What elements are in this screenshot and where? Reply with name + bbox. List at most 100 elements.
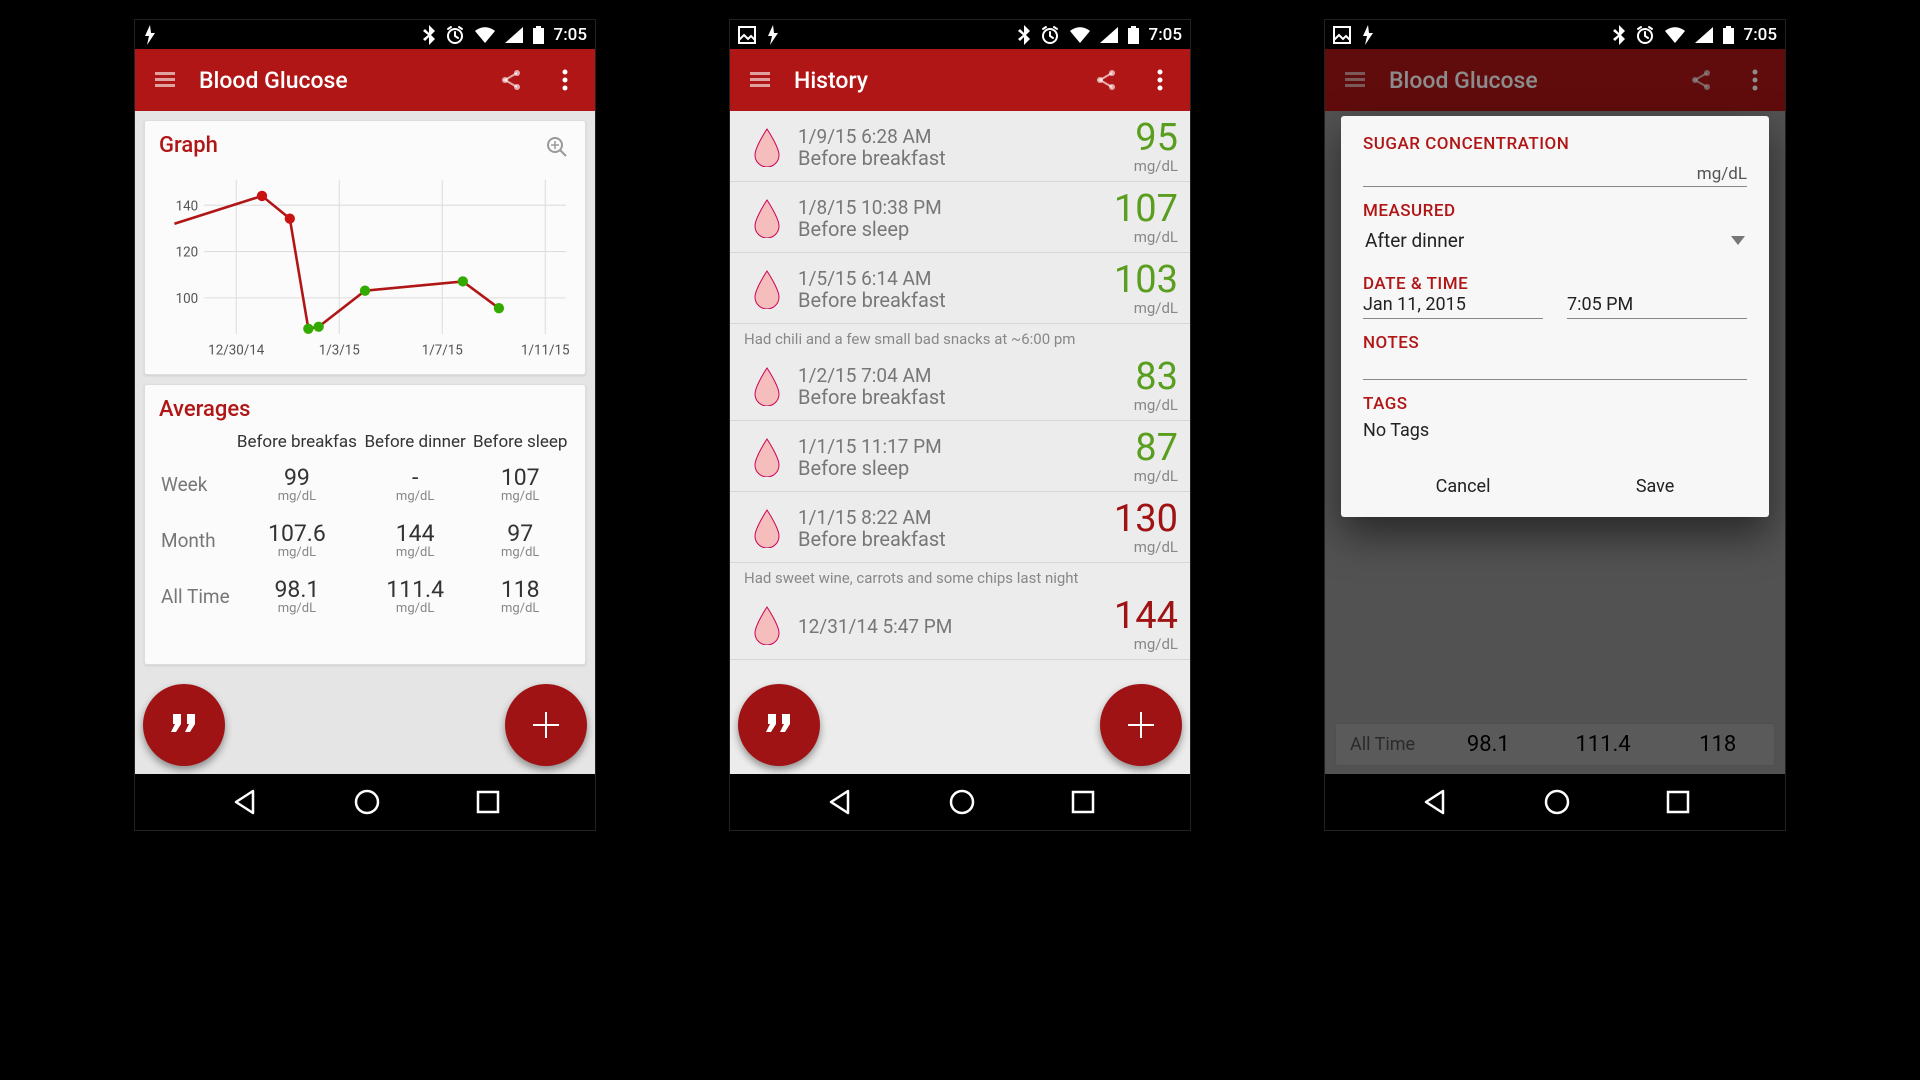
nav-recents[interactable] xyxy=(1666,790,1690,814)
row-context: Before breakfast xyxy=(798,527,1083,551)
notes-input[interactable] xyxy=(1363,353,1747,380)
menu-button[interactable] xyxy=(145,60,185,100)
overflow-button[interactable] xyxy=(1140,60,1180,100)
bluetooth-icon xyxy=(423,25,435,45)
fab-quote[interactable] xyxy=(738,684,820,766)
home-icon xyxy=(949,789,975,815)
back-icon xyxy=(826,788,854,816)
image-icon xyxy=(1333,26,1351,44)
nav-home[interactable] xyxy=(354,789,380,815)
nav-recents[interactable] xyxy=(1071,790,1095,814)
history-row[interactable]: 1/5/15 6:14 AMBefore breakfast103mg/dL xyxy=(730,253,1190,324)
wifi-icon xyxy=(1070,27,1090,43)
sugar-input[interactable]: mg/dL xyxy=(1363,154,1747,187)
avg-cell: 107mg/dL xyxy=(469,456,571,512)
nav-back[interactable] xyxy=(826,788,854,816)
graph-card: Graph 140 120 xyxy=(144,120,586,375)
row-value: 103 xyxy=(1083,261,1178,299)
col-before-breakfast: Before breakfas xyxy=(233,428,361,456)
share-button[interactable] xyxy=(1086,60,1126,100)
row-context: Before sleep xyxy=(798,456,1083,480)
status-bar: 7:05 xyxy=(1325,20,1785,49)
menu-button[interactable] xyxy=(1335,60,1375,100)
history-row[interactable]: 12/31/14 5:47 PM144mg/dL xyxy=(730,589,1190,660)
wifi-icon xyxy=(1665,27,1685,43)
blood-drop-icon xyxy=(751,605,783,645)
overflow-button[interactable] xyxy=(545,60,585,100)
overflow-button[interactable] xyxy=(1735,60,1775,100)
glucose-chart[interactable]: 140 120 100 12/30/14 1/3/15 1/7/15 1/11/… xyxy=(159,164,571,364)
nav-home[interactable] xyxy=(949,789,975,815)
history-list[interactable]: 1/9/15 6:28 AMBefore breakfast95mg/dL1/8… xyxy=(730,111,1190,774)
plus-icon xyxy=(533,712,559,738)
battery-icon xyxy=(1723,26,1734,44)
measured-select[interactable]: After dinner xyxy=(1363,221,1747,260)
label-datetime: DATE & TIME xyxy=(1363,274,1747,294)
signal-icon xyxy=(1100,27,1118,43)
blood-drop-icon xyxy=(751,269,783,309)
cancel-button[interactable]: Cancel xyxy=(1428,464,1499,509)
app-bar: Blood Glucose xyxy=(1325,49,1785,111)
blood-drop-icon xyxy=(751,198,783,238)
zoom-button[interactable] xyxy=(537,127,577,167)
image-icon xyxy=(738,26,756,44)
history-row[interactable]: 1/8/15 10:38 PMBefore sleep107mg/dL xyxy=(730,182,1190,253)
tags-input[interactable]: No Tags xyxy=(1363,414,1747,444)
averages-card: Averages Before breakfas Before dinner B… xyxy=(144,384,586,665)
signal-icon xyxy=(1695,27,1713,43)
nav-back[interactable] xyxy=(1421,788,1449,816)
date-input[interactable]: Jan 11, 2015 xyxy=(1363,294,1543,319)
alarm-icon xyxy=(1040,25,1060,45)
nav-back[interactable] xyxy=(231,788,259,816)
history-row[interactable]: 1/9/15 6:28 AMBefore breakfast95mg/dL xyxy=(730,111,1190,182)
time-input[interactable]: 7:05 PM xyxy=(1567,294,1747,319)
blood-drop-icon xyxy=(751,366,783,406)
history-row[interactable]: 1/2/15 7:04 AMBefore breakfast83mg/dL xyxy=(730,350,1190,421)
battery-icon xyxy=(533,26,544,44)
hamburger-icon xyxy=(750,72,770,88)
page-title: Blood Glucose xyxy=(1389,67,1667,94)
averages-row: Week99mg/dL-mg/dL107mg/dL xyxy=(159,456,571,512)
home-icon xyxy=(1544,789,1570,815)
graph-title: Graph xyxy=(159,133,571,158)
fab-add[interactable] xyxy=(505,684,587,766)
content: Graph 140 120 xyxy=(135,111,595,774)
menu-button[interactable] xyxy=(740,60,780,100)
hamburger-icon xyxy=(1345,72,1365,88)
history-row[interactable]: 1/1/15 8:22 AMBefore breakfast130mg/dL xyxy=(730,492,1190,563)
app-bar: Blood Glucose xyxy=(135,49,595,111)
share-button[interactable] xyxy=(1681,60,1721,100)
status-bar: 7:05 xyxy=(730,20,1190,49)
row-timestamp: 1/1/15 8:22 AM xyxy=(798,506,1083,529)
screen-history: 7:05 History 1/9/15 6:28 AMBefore breakf… xyxy=(730,20,1190,830)
nav-home[interactable] xyxy=(1544,789,1570,815)
row-timestamp: 12/31/14 5:47 PM xyxy=(798,615,1083,638)
svg-text:12/30/14: 12/30/14 xyxy=(208,344,265,359)
fab-quote[interactable] xyxy=(143,684,225,766)
save-button[interactable]: Save xyxy=(1628,464,1683,509)
clock-text: 7:05 xyxy=(554,25,587,45)
blood-drop-icon xyxy=(751,127,783,167)
averages-table: Before breakfas Before dinner Before sle… xyxy=(159,428,571,624)
history-row[interactable]: 1/1/15 11:17 PMBefore sleep87mg/dL xyxy=(730,421,1190,492)
page-title: Blood Glucose xyxy=(199,67,477,94)
wifi-icon xyxy=(475,27,495,43)
share-button[interactable] xyxy=(491,60,531,100)
row-context: Before breakfast xyxy=(798,288,1083,312)
back-icon xyxy=(231,788,259,816)
averages-title: Averages xyxy=(159,397,571,422)
svg-text:100: 100 xyxy=(176,292,199,307)
row-unit: mg/dL xyxy=(1083,157,1178,175)
recents-icon xyxy=(476,790,500,814)
label-tags: TAGS xyxy=(1363,394,1747,414)
col-before-sleep: Before sleep xyxy=(469,428,571,456)
back-icon xyxy=(1421,788,1449,816)
nav-recents[interactable] xyxy=(476,790,500,814)
recents-icon xyxy=(1666,790,1690,814)
svg-text:1/11/15: 1/11/15 xyxy=(521,344,570,359)
row-timestamp: 1/5/15 6:14 AM xyxy=(798,267,1083,290)
label-sugar: SUGAR CONCENTRATION xyxy=(1363,134,1747,154)
fab-add[interactable] xyxy=(1100,684,1182,766)
avg-cell: 144mg/dL xyxy=(361,512,470,568)
svg-text:140: 140 xyxy=(176,199,199,214)
